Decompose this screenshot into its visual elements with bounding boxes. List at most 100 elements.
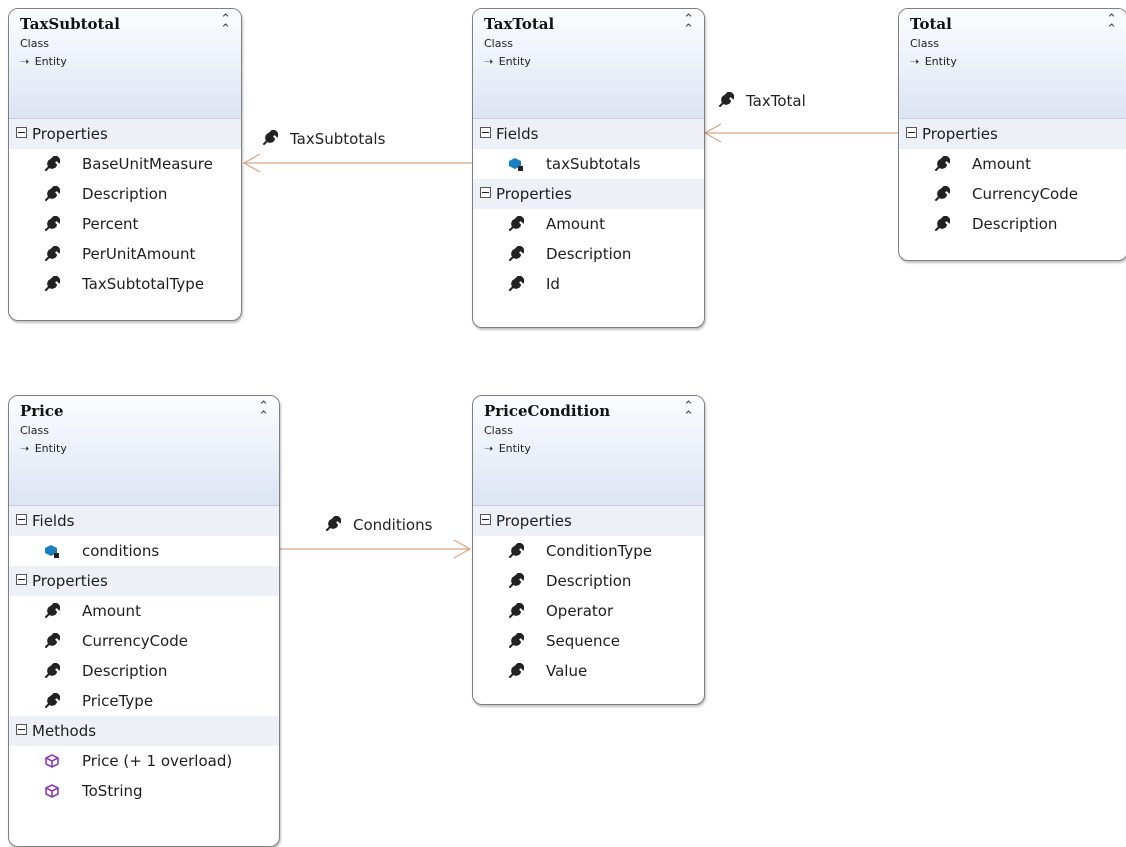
member-item[interactable]: CurrencyCode	[899, 179, 1126, 209]
member-item[interactable]: Amount	[899, 149, 1126, 179]
section-properties[interactable]: Properties	[9, 566, 279, 596]
member-label: Description	[82, 662, 168, 680]
member-label: Value	[546, 662, 588, 680]
wrench-icon	[45, 663, 60, 678]
collapse-toggle-icon[interactable]	[16, 724, 27, 735]
collapse-toggle-icon[interactable]	[480, 187, 491, 198]
class-shape-taxsubtotal[interactable]: TaxSubtotal Class ➝ Entity ⌃ ⌃ Properties Base…	[8, 8, 242, 321]
double-chevron-up-icon[interactable]: ⌃ ⌃	[683, 13, 694, 36]
association-label-taxsubtotals[interactable]: TaxSubtotals	[262, 130, 385, 148]
association-arrowhead-taxtotal	[703, 123, 722, 143]
member-item[interactable]: Description	[473, 566, 704, 596]
member-item[interactable]: Description	[899, 209, 1126, 239]
member-label: Description	[546, 572, 632, 590]
section-fields[interactable]: Fields	[473, 119, 704, 149]
member-item[interactable]: CurrencyCode	[9, 626, 279, 656]
section-properties[interactable]: Properties	[473, 506, 704, 536]
section-properties[interactable]: Properties	[473, 179, 704, 209]
inheritance-arrow-icon: ➝	[484, 442, 494, 455]
member-item[interactable]: Id	[473, 269, 704, 299]
inheritance-arrow-icon: ➝	[20, 442, 30, 455]
wrench-icon	[935, 216, 950, 231]
member-label: Operator	[546, 602, 614, 620]
wrench-icon	[509, 543, 524, 558]
member-item[interactable]: ToString	[9, 776, 279, 806]
section-properties[interactable]: Properties	[899, 119, 1126, 149]
collapse-toggle-icon[interactable]	[906, 127, 917, 138]
member-item[interactable]: BaseUnitMeasure	[9, 149, 241, 179]
class-shape-price[interactable]: Price Class ➝ Entity ⌃ ⌃ Fields conditions Prop…	[8, 395, 280, 847]
member-item[interactable]: Description	[9, 656, 279, 686]
association-arrowhead-taxsubtotals	[242, 153, 261, 173]
section-properties[interactable]: Properties	[9, 119, 241, 149]
method-icon	[45, 754, 59, 768]
base-class-name: Entity	[921, 55, 957, 68]
association-name: Conditions	[353, 516, 433, 534]
class-kind: Class	[484, 424, 513, 437]
member-item[interactable]: Value	[473, 656, 704, 686]
collapse-toggle-icon[interactable]	[480, 127, 491, 138]
wrench-icon	[263, 130, 278, 145]
wrench-icon	[509, 216, 524, 231]
wrench-icon	[509, 276, 524, 291]
double-chevron-up-icon[interactable]: ⌃ ⌃	[220, 13, 231, 36]
member-label: CurrencyCode	[972, 185, 1078, 203]
class-shape-pricecondition[interactable]: PriceCondition Class ➝ Entity ⌃ ⌃ Properties C…	[472, 395, 705, 705]
class-header: Total Class ➝ Entity ⌃ ⌃	[899, 9, 1126, 119]
wrench-icon	[509, 573, 524, 588]
member-item[interactable]: Sequence	[473, 626, 704, 656]
member-item[interactable]: Percent	[9, 209, 241, 239]
collapse-toggle-icon[interactable]	[16, 127, 27, 138]
class-name: Total	[910, 15, 952, 33]
wrench-icon	[45, 246, 60, 261]
section-title: Properties	[32, 125, 108, 143]
collapse-toggle-icon[interactable]	[16, 574, 27, 585]
member-item[interactable]: TaxSubtotalType	[9, 269, 241, 299]
collapse-toggle-icon[interactable]	[16, 514, 27, 525]
collapse-toggle-icon[interactable]	[480, 514, 491, 525]
wrench-icon	[935, 156, 950, 171]
member-item[interactable]: conditions	[9, 536, 279, 566]
member-item[interactable]: Description	[473, 239, 704, 269]
association-label-conditions[interactable]: Conditions	[325, 516, 432, 534]
member-item[interactable]: PerUnitAmount	[9, 239, 241, 269]
member-item[interactable]: taxSubtotals	[473, 149, 704, 179]
class-header: PriceCondition Class ➝ Entity ⌃ ⌃	[473, 396, 704, 506]
section-methods[interactable]: Methods	[9, 716, 279, 746]
inheritance-arrow-icon: ➝	[20, 55, 30, 68]
class-kind: Class	[20, 37, 49, 50]
base-class: ➝ Entity	[484, 442, 692, 455]
class-header: TaxTotal Class ➝ Entity ⌃ ⌃	[473, 9, 704, 119]
member-item[interactable]: Amount	[9, 596, 279, 626]
wrench-icon	[509, 603, 524, 618]
base-class: ➝ Entity	[20, 442, 267, 455]
base-class: ➝ Entity	[484, 55, 692, 68]
member-item[interactable]: PriceType	[9, 686, 279, 716]
member-item[interactable]: Amount	[473, 209, 704, 239]
wrench-icon	[45, 156, 60, 171]
section-title: Properties	[496, 512, 572, 530]
association-label-taxtotal[interactable]: TaxTotal	[718, 92, 806, 110]
class-shape-total[interactable]: Total Class ➝ Entity ⌃ ⌃ Properties Amount Curr…	[898, 8, 1126, 261]
double-chevron-up-icon[interactable]: ⌃ ⌃	[258, 400, 269, 423]
wrench-icon	[509, 663, 524, 678]
member-item[interactable]: Description	[9, 179, 241, 209]
double-chevron-up-icon[interactable]: ⌃ ⌃	[683, 400, 694, 423]
member-item[interactable]: Operator	[473, 596, 704, 626]
wrench-icon	[935, 186, 950, 201]
class-name: PriceCondition	[484, 402, 611, 420]
section-title: Fields	[32, 512, 75, 530]
member-item[interactable]: Price (+ 1 overload)	[9, 746, 279, 776]
wrench-icon	[45, 633, 60, 648]
wrench-icon	[45, 216, 60, 231]
member-item[interactable]: ConditionType	[473, 536, 704, 566]
association-name: TaxTotal	[746, 92, 806, 110]
wrench-icon	[509, 246, 524, 261]
section-fields[interactable]: Fields	[9, 506, 279, 536]
base-class: ➝ Entity	[20, 55, 229, 68]
member-label: PerUnitAmount	[82, 245, 196, 263]
member-label: Price (+ 1 overload)	[82, 752, 233, 770]
double-chevron-up-icon[interactable]: ⌃ ⌃	[1106, 13, 1117, 36]
class-shape-taxtotal[interactable]: TaxTotal Class ➝ Entity ⌃ ⌃ Fields taxSubtotal…	[472, 8, 705, 328]
member-label: TaxSubtotalType	[82, 275, 205, 293]
